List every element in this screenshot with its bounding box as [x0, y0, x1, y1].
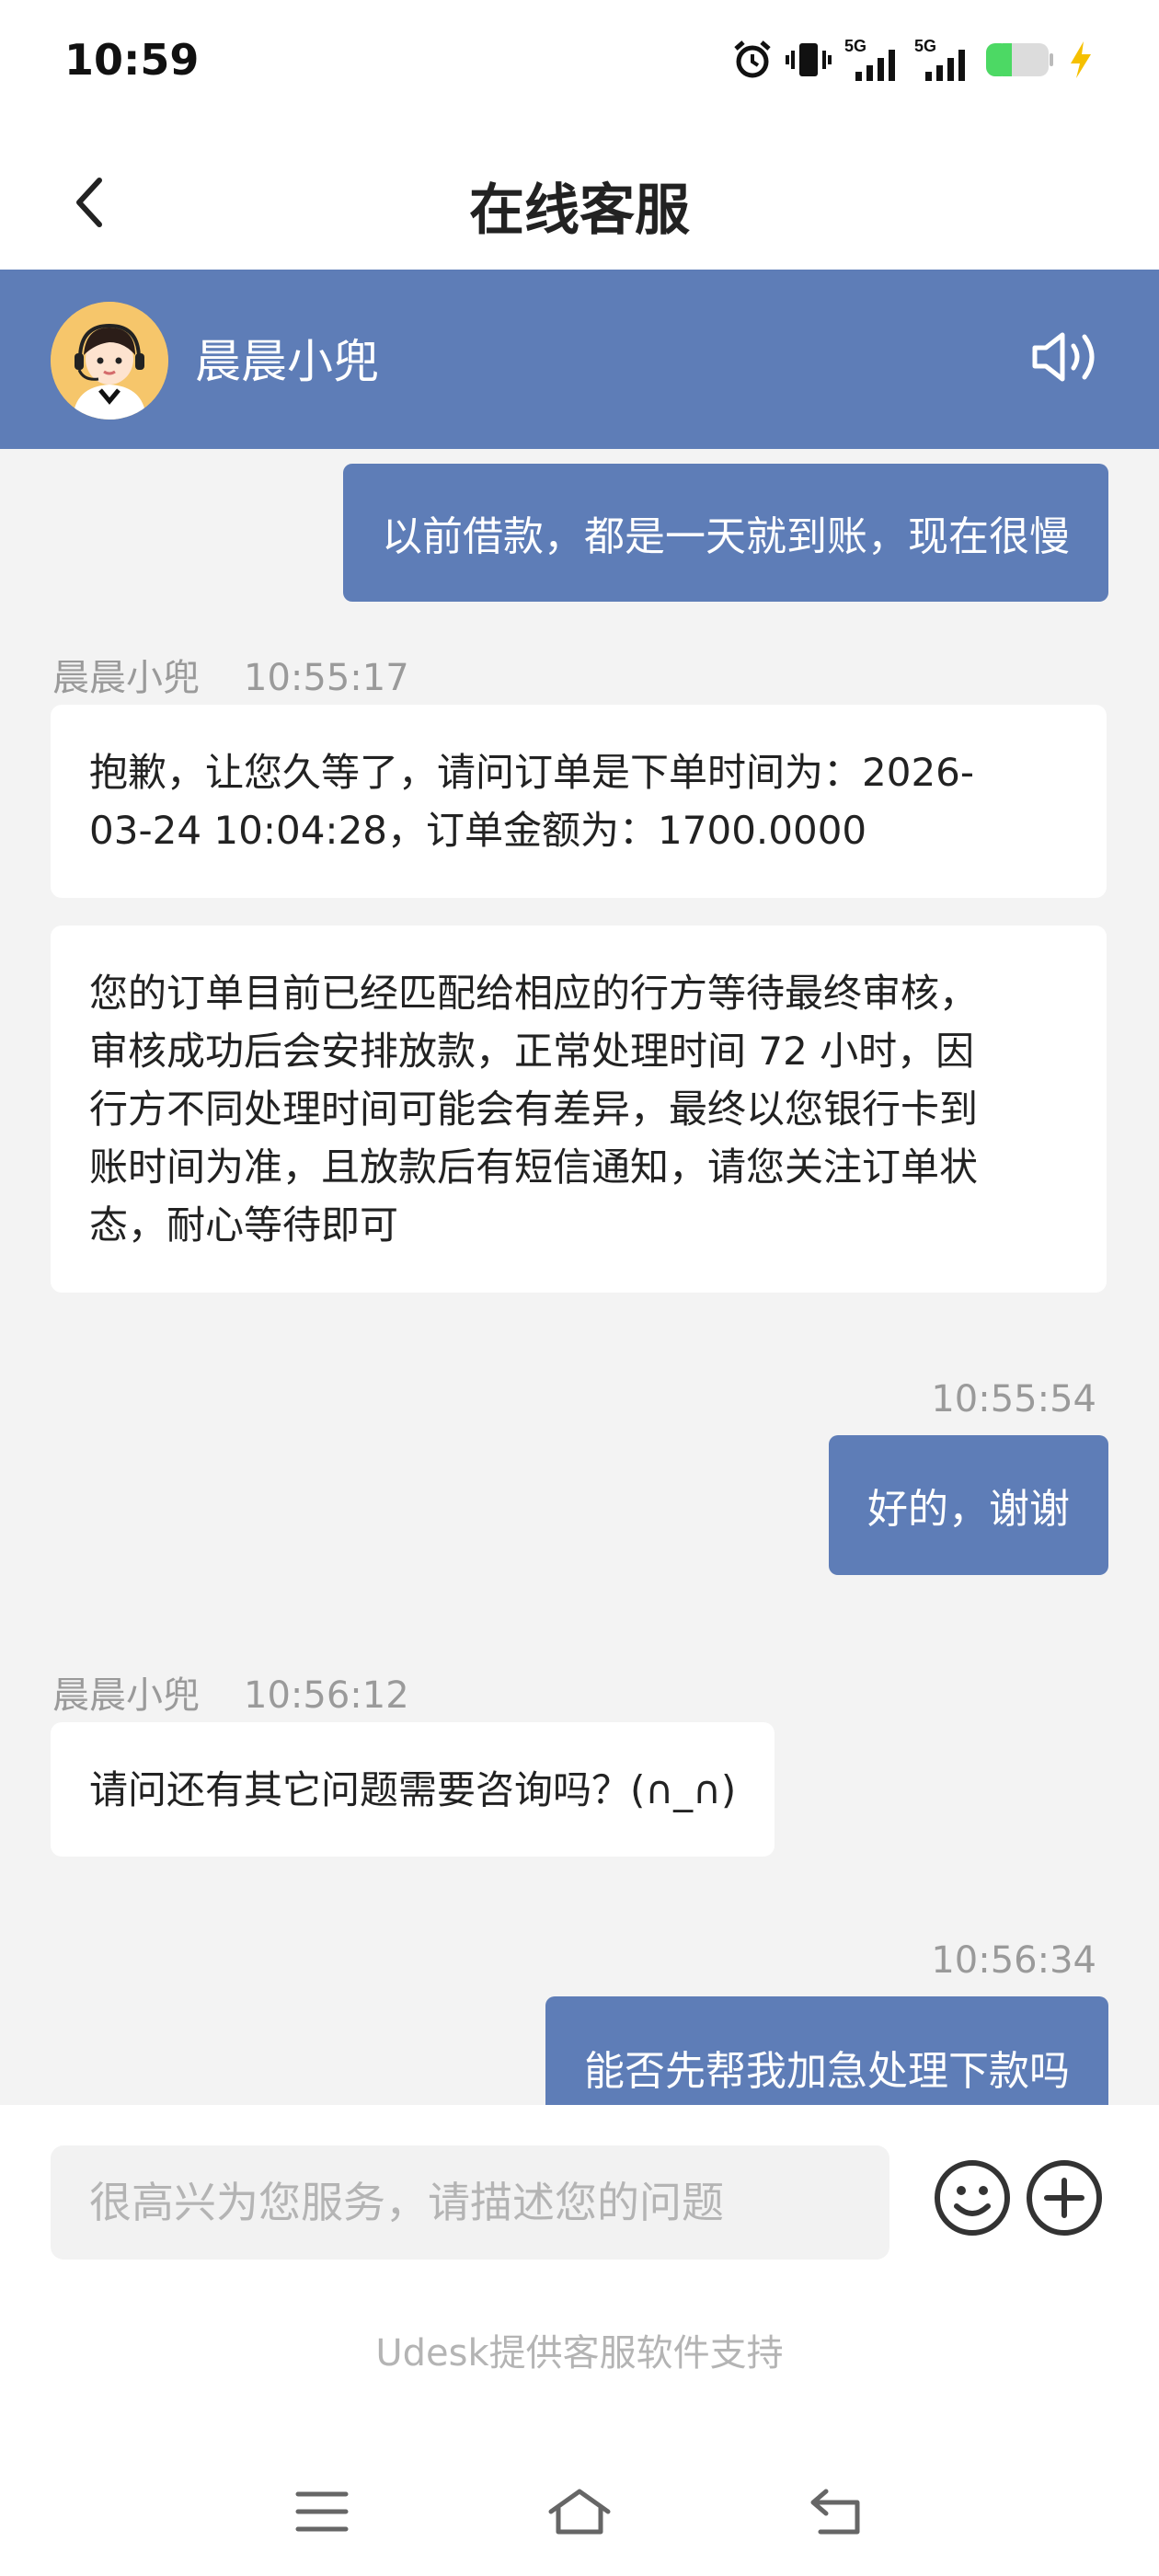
emoji-button[interactable] [933, 2158, 1012, 2237]
back-nav-button[interactable] [800, 2475, 874, 2548]
agent-message-bubble[interactable]: 抱歉，让您久等了，请问订单是下单时间为：2026- 03-24 10:04:28… [51, 705, 1107, 898]
plus-circle-icon [1027, 2160, 1102, 2236]
user-message-bubble[interactable]: 能否先帮我加急处理下款吗 [545, 1996, 1108, 2105]
status-bar: 10:59 5G 5G [0, 0, 1159, 120]
speaker-icon [1032, 332, 1095, 382]
message-line: 行方不同处理时间可能会有差异，最终以您银行卡到 [89, 1087, 979, 1132]
battery-icon [986, 43, 1053, 76]
charging-icon [1071, 41, 1091, 78]
home-icon [548, 2489, 611, 2535]
speaker-button[interactable] [1026, 320, 1108, 394]
support-agent-avatar-icon [51, 302, 168, 420]
network-label-1: 5G [844, 37, 866, 55]
alarm-icon [734, 40, 771, 78]
message-time: 10:55:17 [244, 657, 409, 699]
avatar [51, 302, 168, 420]
message-meta: 晨晨小兜 10:55:17 [52, 648, 409, 701]
sender-name: 晨晨小兜 [52, 1674, 200, 1717]
message-line: 抱歉，让您久等了，请问订单是下单时间为：2026- [89, 750, 975, 795]
home-button[interactable] [543, 2475, 616, 2548]
message-line: 态，耐心等待即可 [89, 1202, 399, 1248]
menu-button[interactable] [285, 2475, 359, 2548]
status-icons: 5G 5G [732, 37, 1095, 83]
agent-message-bubble[interactable]: 请问还有其它问题需要咨询吗？(∩_∩) [51, 1722, 775, 1857]
smiley-icon [935, 2160, 1010, 2236]
user-message-bubble[interactable]: 以前借款，都是一天就到账，现在很慢 [343, 464, 1108, 602]
signal-5g-icon: 5G [844, 37, 895, 81]
message-line: 您的订单目前已经匹配给相应的行方等待最终审核， [89, 971, 979, 1016]
powered-by-text: Udesk提供客服软件支持 [375, 2332, 784, 2375]
agent-header: 晨晨小兜 [0, 270, 1159, 449]
vibrate-icon [786, 43, 832, 76]
message-input[interactable] [51, 2145, 889, 2260]
user-message-bubble[interactable]: 好的，谢谢 [829, 1435, 1108, 1575]
message-text: 好的，谢谢 [867, 1486, 1070, 1533]
message-line: 账时间为准，且放款后有短信通知，请您关注订单状 [89, 1144, 979, 1190]
page-title: 在线客服 [469, 178, 690, 243]
signal-5g-icon: 5G [914, 37, 965, 81]
message-text: 请问还有其它问题需要咨询吗？(∩_∩) [89, 1766, 737, 1812]
status-time: 10:59 [64, 35, 200, 85]
message-text: 以前借款，都是一天就到账，现在很慢 [382, 513, 1070, 560]
chat-area[interactable]: 以前借款，都是一天就到账，现在很慢 晨晨小兜 10:55:17 抱歉，让您久等了，… [0, 449, 1159, 2105]
network-label-2: 5G [914, 37, 936, 55]
input-area [0, 2145, 1159, 2274]
menu-icon [295, 2491, 349, 2532]
message-line: 03-24 10:04:28，订单金额为：1700.0000 [89, 808, 867, 853]
message-time: 10:56:34 [931, 1939, 1096, 1982]
add-attachment-button[interactable] [1025, 2158, 1104, 2237]
message-line: 审核成功后会安排放款，正常处理时间 72 小时，因 [89, 1029, 975, 1074]
message-time: 10:56:12 [244, 1674, 409, 1717]
agent-name: 晨晨小兜 [195, 335, 379, 388]
title-bar: 在线客服 [0, 138, 1159, 267]
system-nav-bar [0, 2466, 1159, 2576]
message-time: 10:55:54 [931, 1378, 1096, 1420]
message-meta: 晨晨小兜 10:56:12 [52, 1665, 409, 1719]
sender-name: 晨晨小兜 [52, 657, 200, 699]
agent-message-bubble[interactable]: 您的订单目前已经匹配给相应的行方等待最终审核， 审核成功后会安排放款，正常处理时… [51, 926, 1107, 1293]
message-text: 能否先帮我加急处理下款吗 [584, 2048, 1070, 2095]
back-icon [810, 2489, 860, 2535]
